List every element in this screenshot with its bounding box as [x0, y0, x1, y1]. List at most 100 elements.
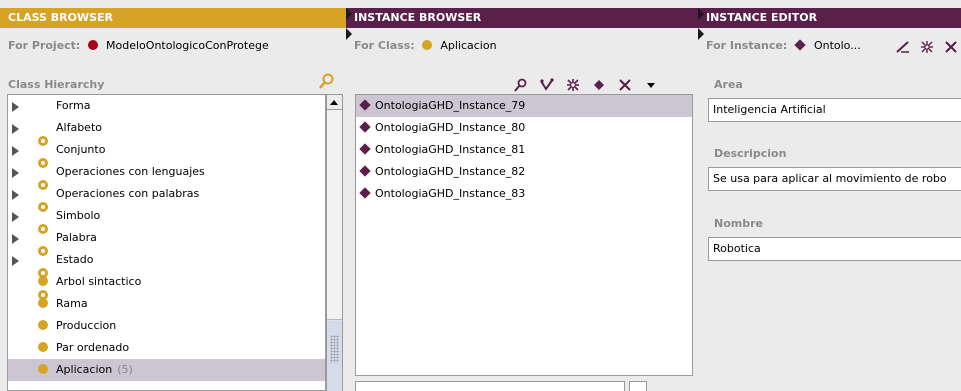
instance-item-label: OntologiaGHD_Instance_81 — [375, 143, 526, 156]
instance-diamond-icon — [359, 143, 371, 155]
instance-browser-panel: INSTANCE BROWSER For Class: Aplicacion O… — [346, 0, 698, 391]
collapse-left-icon[interactable] — [346, 8, 352, 20]
class-icon — [38, 276, 48, 286]
area-field[interactable]: Inteligencia Artificial — [708, 98, 961, 122]
references-icon[interactable] — [920, 40, 934, 57]
expand-arrow-icon[interactable] — [12, 212, 19, 222]
search-icon[interactable] — [514, 78, 528, 92]
project-label: For Project: — [8, 39, 81, 52]
class-icon — [38, 320, 48, 330]
instance-browser-title: INSTANCE BROWSER — [346, 8, 698, 28]
class-item-label: Alfabeto — [56, 121, 102, 134]
dropdown-arrow-icon[interactable] — [644, 78, 658, 92]
editor-toolbar — [896, 40, 958, 57]
class-tree-item[interactable]: Alfabeto — [8, 117, 325, 168]
class-item-label: Forma — [56, 99, 91, 112]
instance-list-item[interactable]: OntologiaGHD_Instance_83 — [356, 183, 692, 205]
scroll-grip — [330, 335, 339, 363]
instance-list-item[interactable]: OntologiaGHD_Instance_82 — [356, 161, 692, 183]
instance-filter-button[interactable] — [629, 381, 647, 391]
instance-name: Ontolo... — [813, 39, 861, 52]
field-label-area: Area — [714, 78, 743, 91]
class-line: For Class: Aplicacion — [346, 36, 698, 56]
class-item-label: Produccion — [56, 319, 117, 332]
class-item-label: Par ordenado — [56, 341, 130, 354]
search-icon[interactable] — [318, 72, 336, 90]
class-item-label: Rama — [56, 297, 88, 310]
class-tree-item[interactable]: Produccion — [8, 315, 325, 337]
class-name: Aplicacion — [440, 39, 497, 52]
project-name: ModeloOntologicoConProtege — [106, 39, 269, 52]
class-tree-item[interactable]: Aplicacion (5) — [8, 359, 325, 381]
create-instance-icon[interactable] — [540, 78, 554, 92]
edit-icon[interactable] — [896, 40, 910, 57]
class-browser-panel: CLASS BROWSER For Project: ModeloOntolog… — [0, 0, 346, 391]
expand-arrow-icon[interactable] — [12, 168, 19, 178]
class-hierarchy-label: Class Hierarchy — [8, 78, 105, 91]
diamond-icon[interactable] — [592, 78, 606, 92]
instance-diamond-icon — [359, 165, 371, 177]
descripcion-field[interactable]: Se usa para aplicar al movimiento de rob… — [708, 167, 961, 191]
class-browser-title: CLASS BROWSER — [0, 8, 346, 28]
instance-toolbar — [514, 76, 658, 94]
instance-list-item[interactable]: OntologiaGHD_Instance_80 — [356, 117, 692, 139]
class-tree-item[interactable]: Conjunto — [8, 139, 325, 190]
field-label-nombre: Nombre — [714, 217, 763, 230]
nombre-field[interactable]: Robotica — [708, 237, 961, 261]
instance-item-label: OntologiaGHD_Instance_82 — [375, 165, 526, 178]
class-tree-item[interactable]: Arbol sintactico — [8, 271, 325, 293]
class-item-label: Palabra — [56, 231, 97, 244]
expand-arrow-icon[interactable] — [12, 190, 19, 200]
class-tree-item[interactable]: Operaciones con palabras — [8, 183, 325, 234]
instance-item-label: OntologiaGHD_Instance_80 — [375, 121, 526, 134]
project-icon — [88, 40, 99, 50]
instance-label: For Instance: — [706, 39, 788, 52]
class-tree-item[interactable]: Simbolo — [8, 205, 325, 256]
class-tree-item[interactable]: Rama — [8, 293, 325, 315]
class-label: For Class: — [354, 39, 415, 52]
instance-diamond-icon — [359, 121, 371, 133]
scroll-up-icon[interactable] — [327, 95, 342, 110]
expand-arrow-icon[interactable] — [12, 256, 19, 266]
instance-editor-title: INSTANCE EDITOR — [698, 8, 961, 28]
project-line: For Project: ModeloOntologicoConProtege — [0, 36, 346, 56]
class-icon — [38, 298, 48, 308]
delete-instance-icon[interactable] — [566, 78, 580, 92]
instance-count: (5) — [117, 363, 133, 376]
scroll-thumb[interactable] — [327, 110, 342, 320]
field-label-descripcion: Descripcion — [714, 147, 787, 160]
instance-editor-panel: INSTANCE EDITOR For Instance: Ontolo... … — [698, 0, 961, 391]
collapse-left-icon[interactable] — [698, 8, 704, 20]
instance-diamond-icon — [359, 187, 371, 199]
class-item-label: Arbol sintactico — [56, 275, 142, 288]
instance-list[interactable]: OntologiaGHD_Instance_79 OntologiaGHD_Ins… — [355, 94, 693, 376]
class-hierarchy-tree[interactable]: Forma Alfabeto Conjunto Operaciones con len… — [7, 94, 326, 391]
instance-list-item[interactable]: OntologiaGHD_Instance_79 — [356, 95, 692, 117]
expand-arrow-icon[interactable] — [12, 124, 19, 134]
class-tree-item[interactable]: Par ordenado — [8, 337, 325, 359]
class-icon — [422, 40, 433, 50]
instance-item-label: OntologiaGHD_Instance_79 — [375, 99, 526, 112]
class-item-label: Conjunto — [56, 143, 106, 156]
remove-icon[interactable] — [618, 78, 632, 92]
instance-icon — [794, 39, 806, 51]
expand-arrow-icon[interactable] — [12, 234, 19, 244]
expand-arrow-icon[interactable] — [12, 102, 19, 112]
expand-arrow-icon[interactable] — [12, 146, 19, 156]
class-icon — [38, 342, 48, 352]
class-item-label: Simbolo — [56, 209, 101, 222]
class-item-label: Operaciones con lenguajes — [56, 165, 205, 178]
class-tree-item[interactable]: Forma — [8, 95, 325, 146]
instance-diamond-icon — [359, 99, 371, 111]
class-item-label: Estado — [56, 253, 94, 266]
close-icon[interactable] — [944, 40, 958, 57]
instance-item-label: OntologiaGHD_Instance_83 — [375, 187, 526, 200]
class-item-label: Operaciones con palabras — [56, 187, 200, 200]
class-tree-item[interactable]: Estado — [8, 249, 325, 300]
class-tree-item[interactable]: Operaciones con lenguajes — [8, 161, 325, 212]
instance-list-item[interactable]: OntologiaGHD_Instance_81 — [356, 139, 692, 161]
class-icon — [38, 364, 48, 374]
class-tree-item[interactable]: Palabra — [8, 227, 325, 278]
instance-filter-field[interactable] — [355, 381, 625, 391]
class-tree-scrollbar[interactable] — [326, 94, 343, 391]
